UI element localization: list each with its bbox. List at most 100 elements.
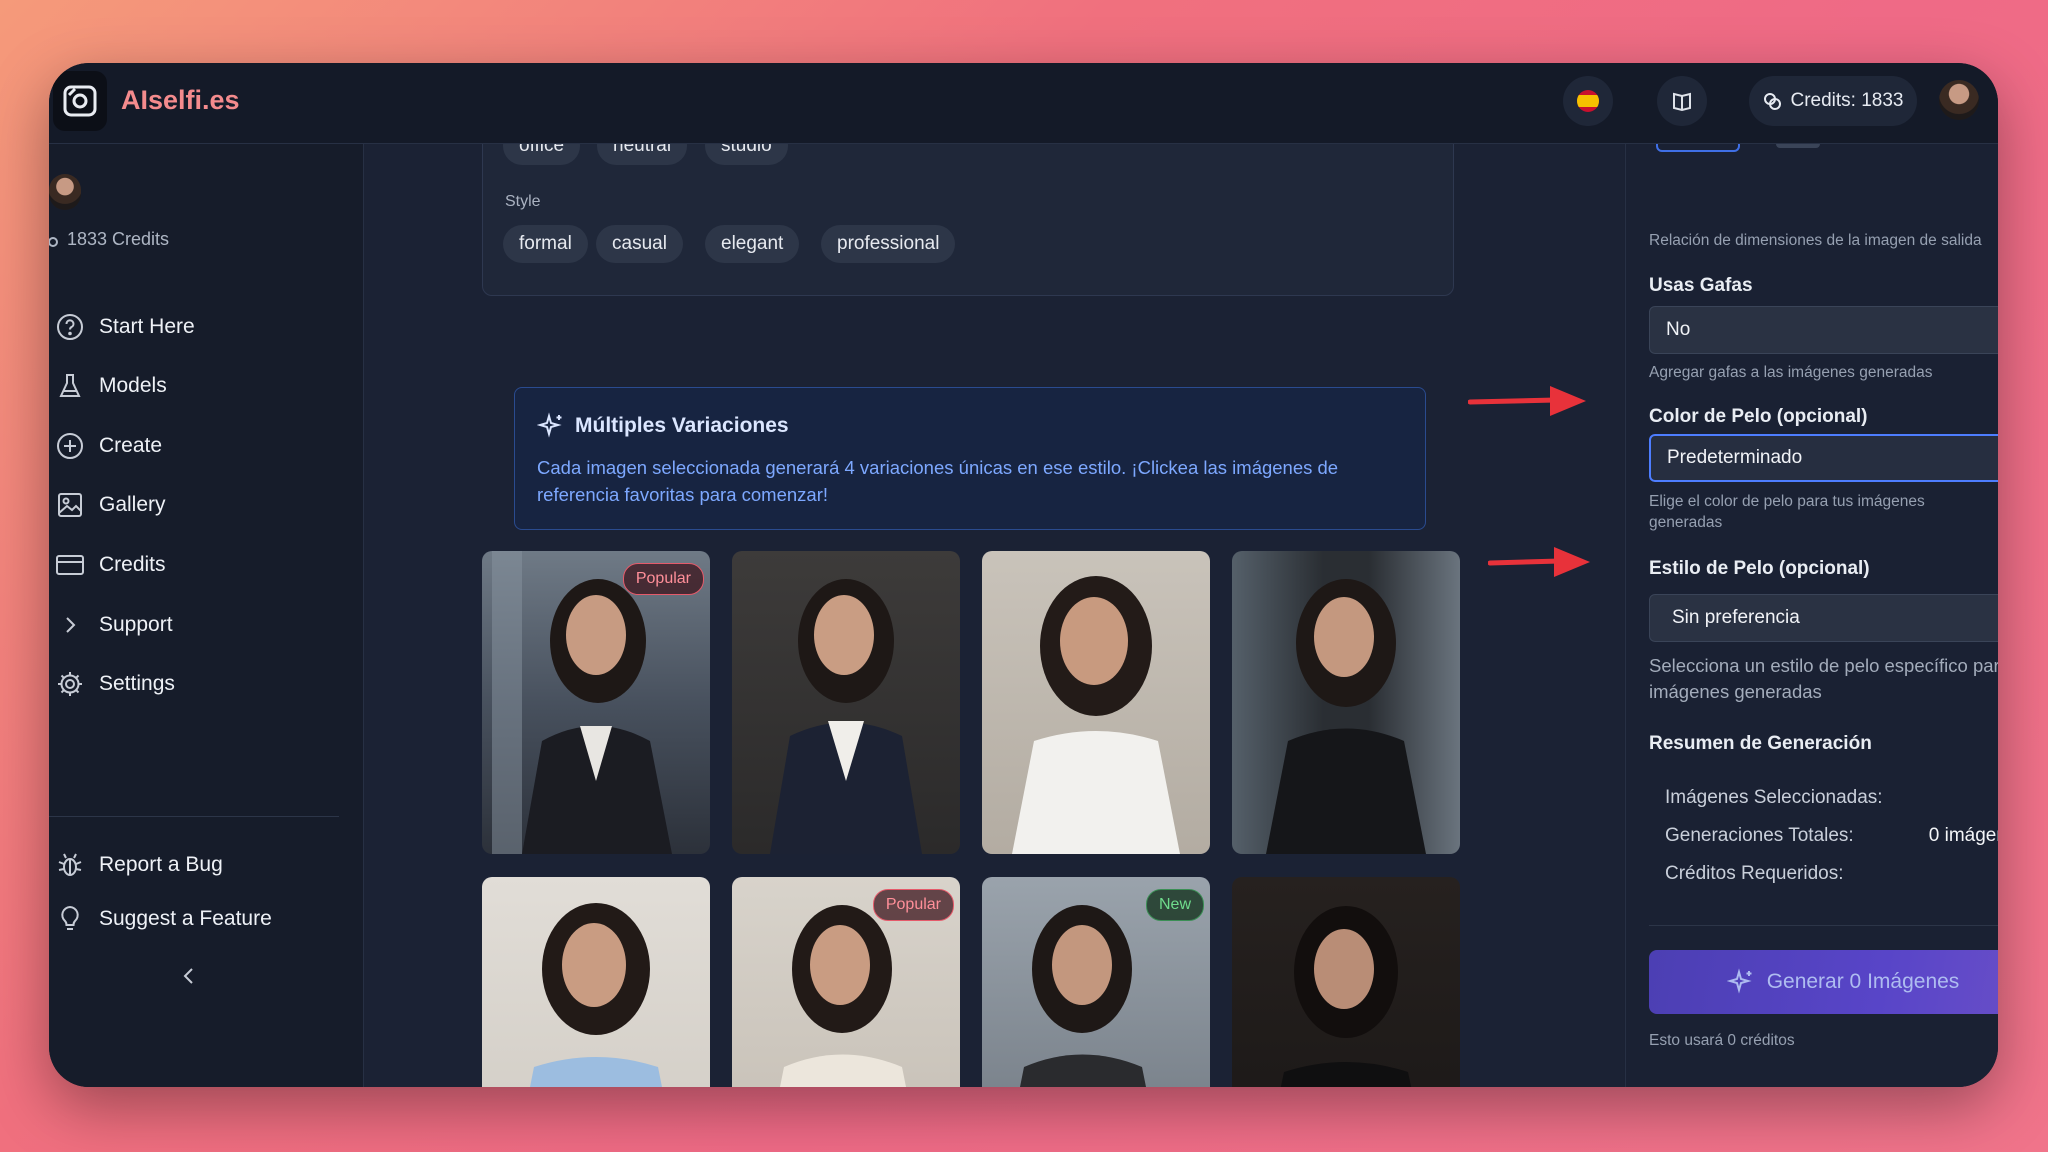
sidebar-divider (49, 816, 339, 817)
sidebar-item-label: Create (99, 434, 163, 457)
summary-row-label: Imágenes Seleccionadas: (1665, 787, 1883, 808)
sidebar-item-models[interactable]: Models (55, 366, 167, 406)
glasses-help: Agregar gafas a las imágenes generadas (1649, 364, 1933, 381)
glasses-label: Usas Gafas (1649, 275, 1753, 296)
hair-style-value: Sin preferencia (1672, 607, 1800, 628)
sidebar-item-start-here[interactable]: Start Here (55, 307, 195, 347)
sidebar-item-label: Report a Bug (99, 853, 223, 876)
plus-circle-icon (55, 431, 85, 461)
chevron-right-icon (55, 610, 85, 640)
sidebar: 1833 Credits Start Here Models Create Ga… (49, 144, 364, 1087)
credits-pill[interactable]: Credits: 1833 (1749, 76, 1917, 126)
badge-popular: Popular (872, 889, 954, 921)
gear-icon (55, 669, 85, 699)
main-content: office neutral studio Style formal casua… (364, 144, 1624, 1087)
summary-row: Generaciones Totales: 0 imágenes (1665, 825, 1998, 847)
chip-neutral[interactable]: neutral (597, 144, 688, 165)
sparkles-icon (536, 412, 565, 445)
hair-color-label: Color de Pelo (opcional) (1649, 406, 1868, 427)
credit-card-icon (55, 550, 85, 580)
sidebar-credits-label: 1833 Credits (67, 229, 170, 249)
summary-divider (1649, 925, 1998, 926)
reference-photo[interactable] (732, 551, 960, 854)
aspect-ratio-option[interactable] (1776, 144, 1820, 148)
sparkles-icon (1726, 968, 1752, 994)
glasses-select[interactable]: No (1649, 306, 1998, 354)
lightbulb-icon (55, 904, 85, 934)
chip-formal[interactable]: formal (503, 225, 588, 263)
badge-popular: Popular (622, 563, 704, 595)
aspect-ratio-option[interactable] (1656, 144, 1740, 152)
hair-color-help: Elige el color de pelo para tus imágenes… (1649, 493, 1925, 531)
logo-icon[interactable] (53, 71, 107, 131)
sidebar-item-label: Settings (99, 672, 175, 695)
top-bar: AIselfi.es Credits: 1833 (49, 63, 1998, 144)
sidebar-item-report-bug[interactable]: Report a Bug (55, 845, 223, 885)
sidebar-item-label: Models (99, 374, 167, 397)
annotation-arrow-icon (1488, 547, 1590, 577)
info-text: Cada imagen seleccionada generará 4 vari… (537, 457, 1339, 505)
hair-color-value: Predeterminado (1667, 447, 1803, 468)
badge-new: New (1145, 889, 1204, 921)
summary-row-label: Créditos Requeridos: (1665, 863, 1844, 884)
summary-row: Imágenes Seleccionadas: 0 (1665, 787, 1998, 809)
app-window: AIselfi.es Credits: 1833 1833 Credits St… (49, 63, 1998, 1087)
sidebar-item-label: Suggest a Feature (99, 907, 272, 930)
user-avatar[interactable] (1939, 80, 1979, 120)
style-label: Style (505, 193, 541, 210)
sidebar-item-settings[interactable]: Settings (55, 664, 175, 704)
language-flag-icon[interactable] (1563, 76, 1613, 126)
sidebar-item-credits[interactable]: Credits (55, 545, 166, 585)
aspect-help: Relación de dimensiones de la imagen de … (1649, 232, 1982, 249)
book-icon[interactable] (1657, 76, 1707, 126)
generate-button[interactable]: Generar 0 Imágenes (1649, 950, 1998, 1014)
reference-photo[interactable]: Popular (732, 877, 960, 1087)
hair-style-help: Selecciona un estilo de pelo específico … (1649, 655, 1998, 702)
summary-row-label: Generaciones Totales: (1665, 825, 1854, 846)
coins-icon (1764, 93, 1782, 110)
hair-style-label: Estilo de Pelo (opcional) (1649, 558, 1870, 579)
reference-photo[interactable]: New (982, 877, 1210, 1087)
collapse-sidebar-icon[interactable] (179, 964, 199, 993)
hair-color-select[interactable]: Predeterminado (1649, 434, 1998, 482)
chip-professional[interactable]: professional (821, 225, 956, 263)
summary-title: Resumen de Generación (1649, 733, 1872, 754)
sidebar-item-label: Start Here (99, 315, 195, 338)
generate-note: Esto usará 0 créditos (1649, 1032, 1795, 1049)
annotation-arrow-icon (1468, 386, 1586, 416)
help-circle-icon (55, 312, 85, 342)
filter-card: office neutral studio Style formal casua… (482, 144, 1454, 296)
sidebar-item-gallery[interactable]: Gallery (55, 485, 166, 525)
sidebar-item-label: Gallery (99, 493, 166, 516)
chip-elegant[interactable]: elegant (705, 225, 800, 263)
reference-photo[interactable]: Popular (482, 551, 710, 854)
sidebar-item-suggest-feature[interactable]: Suggest a Feature (55, 899, 272, 939)
sidebar-avatar[interactable] (49, 174, 81, 210)
settings-panel: Relación de dimensiones de la imagen de … (1625, 144, 1998, 1087)
variations-info: Múltiples Variaciones Cada imagen selecc… (514, 387, 1426, 530)
reference-photo[interactable] (1232, 551, 1460, 854)
hair-style-select[interactable]: Sin preferencia (1649, 594, 1998, 642)
generate-button-label: Generar 0 Imágenes (1766, 970, 1960, 993)
summary-row: Créditos Requeridos: 0 (1665, 863, 1998, 885)
glasses-value: No (1666, 319, 1691, 340)
info-title: Múltiples Variaciones (575, 414, 789, 437)
chip-office[interactable]: office (503, 144, 581, 165)
summary-row-value: 0 imágenes (1928, 825, 1998, 846)
image-icon (55, 490, 85, 520)
credits-pill-label: Credits: 1833 (1790, 90, 1904, 111)
reference-photo[interactable] (1232, 877, 1460, 1087)
chip-studio[interactable]: studio (705, 144, 788, 165)
reference-photo[interactable] (982, 551, 1210, 854)
flask-icon (55, 371, 85, 401)
chip-casual[interactable]: casual (596, 225, 683, 263)
bug-icon (55, 850, 85, 880)
brand-name[interactable]: AIselfi.es (121, 85, 240, 116)
sidebar-item-support[interactable]: Support (55, 605, 173, 645)
reference-photo[interactable] (482, 877, 710, 1087)
sidebar-credits: 1833 Credits (49, 229, 169, 250)
sidebar-item-create[interactable]: Create (55, 426, 162, 466)
coins-icon (49, 236, 58, 247)
sidebar-item-label: Credits (99, 553, 166, 576)
sidebar-item-label: Support (99, 613, 173, 636)
